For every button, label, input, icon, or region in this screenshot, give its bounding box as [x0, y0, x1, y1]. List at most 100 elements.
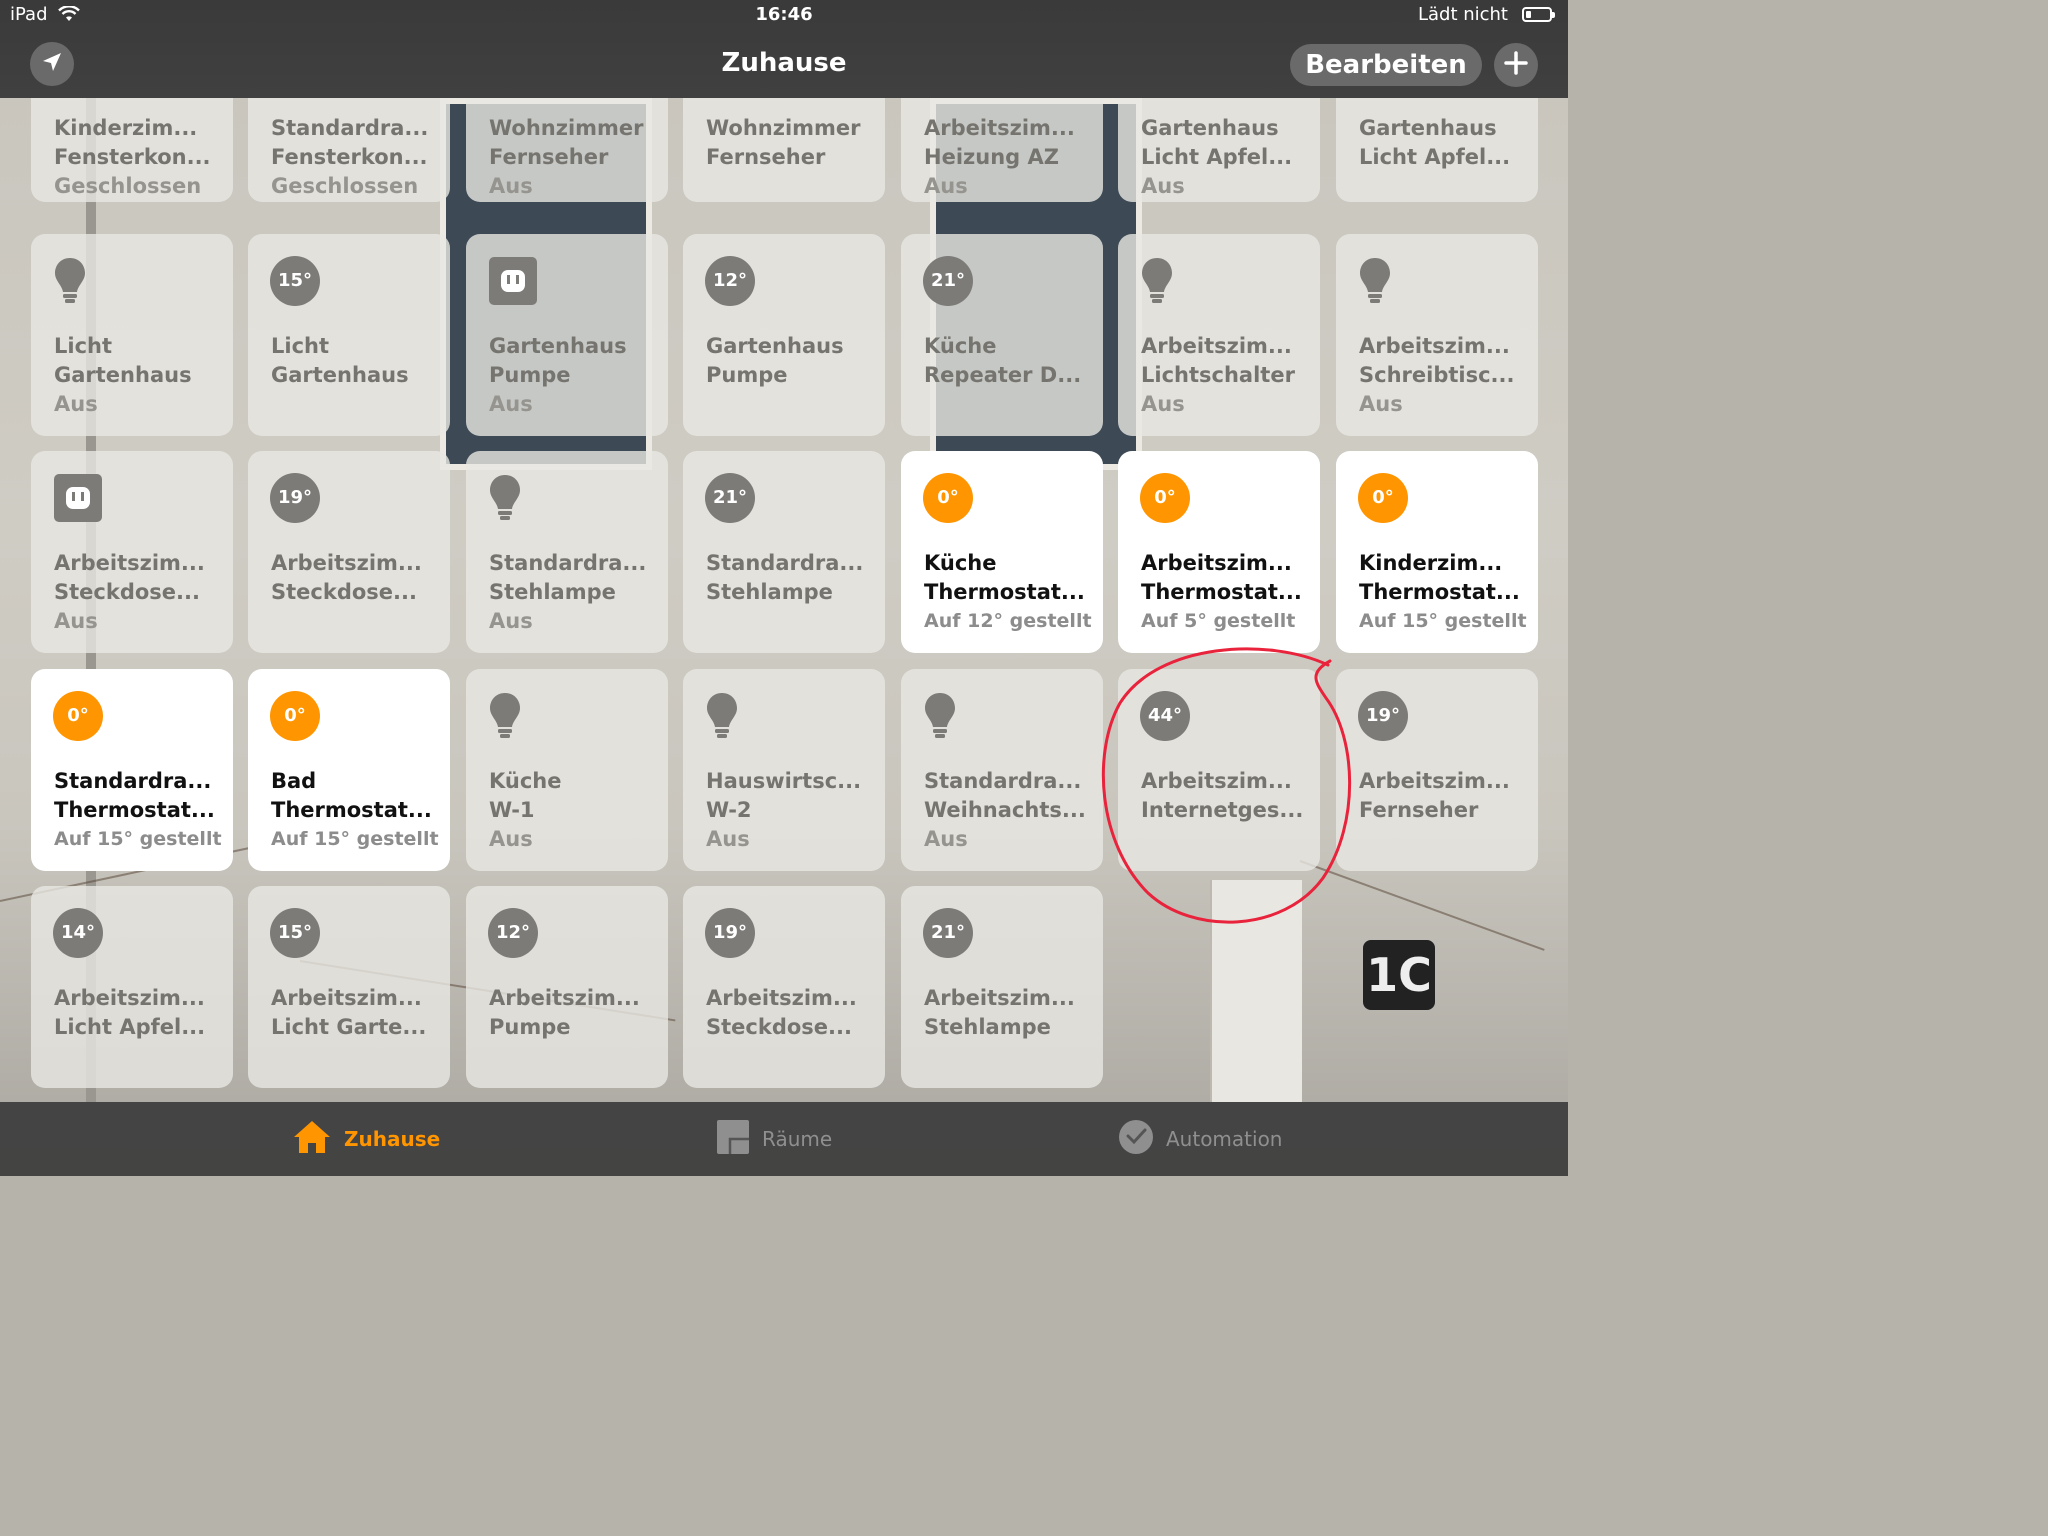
tab-automation[interactable]: Automation [1118, 1102, 1282, 1176]
accessory-tile[interactable]: 15° Arbeitszim... Licht Garte... [248, 886, 450, 1088]
accessory-room: Gartenhaus [1141, 116, 1279, 140]
accessory-name: Licht Apfel... [54, 1015, 206, 1039]
accessory-room: Hauswirtsc... [706, 769, 862, 793]
tab-bar: Zuhause Räume Automation [0, 1102, 1568, 1176]
accessory-status: Auf 12° gestellt [924, 610, 1092, 632]
accessory-tile[interactable]: Arbeitszim... Steckdose... Aus [31, 451, 233, 653]
accessory-tile[interactable]: 21° Arbeitszim... Stehlampe [901, 886, 1103, 1088]
edit-button[interactable]: Bearbeiten [1290, 44, 1482, 86]
accessory-name: Lichtschalter [1141, 363, 1295, 387]
accessory-tile[interactable]: 14° Arbeitszim... Licht Apfel... [31, 886, 233, 1088]
accessory-room: Kinderzim... [1359, 551, 1503, 575]
accessory-tile[interactable]: Standardra... Weihnachts... Aus [901, 669, 1103, 871]
temperature-badge: 0° [1358, 473, 1408, 523]
accessory-tile[interactable]: Arbeitszim... Heizung AZ Aus [901, 98, 1103, 202]
accessory-tile[interactable]: Gartenhaus Licht Apfel... [1336, 98, 1538, 202]
tab-zuhause[interactable]: Zuhause [292, 1102, 440, 1176]
accessory-room: Arbeitszim... [489, 986, 640, 1010]
tab-label: Zuhause [344, 1127, 441, 1151]
accessory-tile[interactable]: 0° Bad Thermostat... Auf 15° gestellt [248, 669, 450, 871]
temperature-badge: 0° [1140, 473, 1190, 523]
accessory-tile[interactable]: Licht Gartenhaus Aus [31, 234, 233, 436]
accessory-room: Kinderzim... [54, 116, 198, 140]
temperature-badge: 21° [923, 908, 973, 958]
accessory-tile[interactable]: Arbeitszim... Schreibtisc... Aus [1336, 234, 1538, 436]
tab-label: Räume [762, 1127, 833, 1151]
accessory-tile[interactable]: 0° Kinderzim... Thermostat... Auf 15° geste… [1336, 451, 1538, 653]
accessory-room: Arbeitszim... [54, 986, 205, 1010]
accessory-status: Aus [489, 609, 533, 633]
accessory-tile[interactable]: Kinderzim... Fensterkon... Geschlossen [31, 98, 233, 202]
accessory-status: Aus [489, 827, 533, 851]
accessory-room: Gartenhaus [489, 334, 627, 358]
accessory-tile[interactable]: 21° Küche Repeater D... [901, 234, 1103, 436]
accessory-status: Aus [924, 827, 968, 851]
accessory-room: Arbeitszim... [54, 551, 205, 575]
accessory-label: Standardra... Thermostat... Auf 15° gestel… [54, 767, 225, 854]
accessory-name: Fernseher [489, 145, 609, 169]
accessory-name: Thermostat... [1359, 580, 1520, 604]
tab-label: Automation [1166, 1127, 1283, 1151]
accessory-name: Thermostat... [924, 580, 1085, 604]
accessory-tile[interactable]: Küche W-1 Aus [466, 669, 668, 871]
accessory-name: Licht Apfel... [1141, 145, 1293, 169]
accessory-tile[interactable]: 0° Küche Thermostat... Auf 12° gestellt [901, 451, 1103, 653]
accessory-tile[interactable]: 12° Gartenhaus Pumpe [683, 234, 885, 436]
temperature-badge: 0° [923, 473, 973, 523]
accessory-tile[interactable]: Hauswirtsc... W-2 Aus [683, 669, 885, 871]
accessory-tile[interactable]: Wohnzimmer Fernseher [683, 98, 885, 202]
accessory-room: Küche [489, 769, 562, 793]
accessory-label: Standardra... Stehlampe Aus [489, 549, 660, 636]
accessory-tile[interactable]: Standardra... Fensterkon... Geschlossen [248, 98, 450, 202]
accessory-tile[interactable]: Gartenhaus Pumpe Aus [466, 234, 668, 436]
accessory-name: Licht Apfel... [1359, 145, 1511, 169]
lightbulb-icon [53, 256, 103, 306]
temperature-badge: 12° [705, 256, 755, 306]
accessory-name: Fernseher [706, 145, 826, 169]
accessory-room: Arbeitszim... [706, 986, 857, 1010]
accessory-room: Arbeitszim... [1141, 334, 1292, 358]
accessory-label: Gartenhaus Licht Apfel... [1359, 114, 1530, 172]
accessory-tile[interactable]: 0° Arbeitszim... Thermostat... Auf 5° geste… [1118, 451, 1320, 653]
temperature-badge: 0° [53, 691, 103, 741]
accessory-name: Fensterkon... [54, 145, 211, 169]
clock: 16:46 [755, 4, 813, 25]
accessory-tile[interactable]: 19° Arbeitszim... Steckdose... [683, 886, 885, 1088]
add-button[interactable] [1494, 43, 1538, 87]
accessory-tile[interactable]: 19° Arbeitszim... Fernseher [1336, 669, 1538, 871]
accessory-tile[interactable]: 21° Standardra... Stehlampe [683, 451, 885, 653]
accessory-name: Pumpe [706, 363, 788, 387]
accessory-room: Arbeitszim... [271, 551, 422, 575]
accessory-tile[interactable]: 19° Arbeitszim... Steckdose... [248, 451, 450, 653]
accessory-room: Küche [924, 551, 997, 575]
accessory-tile[interactable]: 15° Licht Gartenhaus [248, 234, 450, 436]
accessory-name: Stehlampe [924, 1015, 1051, 1039]
accessory-tile[interactable]: 0° Standardra... Thermostat... Auf 15° gest… [31, 669, 233, 871]
outlet-icon [53, 473, 103, 523]
accessory-name: Steckdose... [271, 580, 417, 604]
accessory-label: Standardra... Fensterkon... Geschlossen [271, 114, 442, 201]
battery-icon [1522, 7, 1555, 22]
accessory-label: Arbeitszim... Schreibtisc... Aus [1359, 332, 1530, 419]
accessory-room: Wohnzimmer [706, 116, 861, 140]
accessory-name: Fernseher [1359, 798, 1479, 822]
automation-icon [1118, 1119, 1154, 1160]
accessory-tile[interactable]: 12° Arbeitszim... Pumpe [466, 886, 668, 1088]
accessory-tile[interactable]: Gartenhaus Licht Apfel... Aus [1118, 98, 1320, 202]
tab-raeume[interactable]: Räume [716, 1102, 832, 1176]
accessory-status: Aus [489, 392, 533, 416]
temperature-badge: 21° [705, 473, 755, 523]
accessory-label: Arbeitszim... Steckdose... Aus [54, 549, 225, 636]
accessory-label: Arbeitszim... Steckdose... [706, 984, 877, 1042]
accessory-tile[interactable]: Arbeitszim... Lichtschalter Aus [1118, 234, 1320, 436]
accessory-label: Wohnzimmer Fernseher Aus [489, 114, 660, 201]
accessory-status: Aus [924, 174, 968, 198]
accessory-status: Auf 15° gestellt [271, 828, 439, 850]
accessory-room: Arbeitszim... [271, 986, 422, 1010]
accessory-tile[interactable]: Standardra... Stehlampe Aus [466, 451, 668, 653]
accessory-tile[interactable]: Wohnzimmer Fernseher Aus [466, 98, 668, 202]
house-icon [292, 1119, 332, 1160]
accessory-label: Arbeitszim... Fernseher [1359, 767, 1530, 825]
accessory-label: Arbeitszim... Pumpe [489, 984, 660, 1042]
accessory-name: Thermostat... [271, 798, 432, 822]
